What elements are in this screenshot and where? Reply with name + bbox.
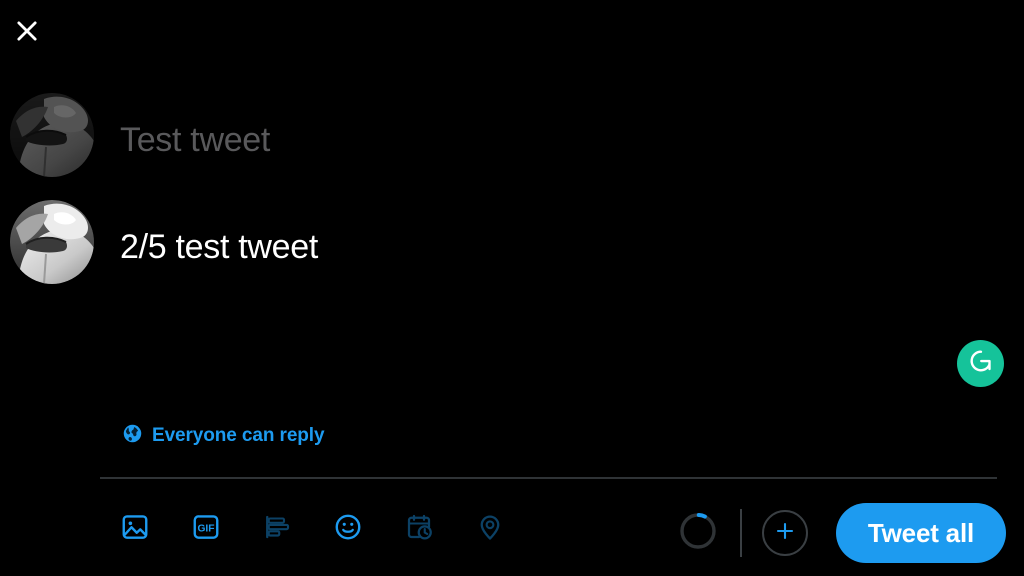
tweet-composer-modal: Test tweet 2/5 test tweet Everyone can r… — [0, 0, 1024, 576]
grammarly-button[interactable] — [957, 340, 1004, 387]
schedule-button[interactable] — [397, 507, 441, 551]
emoji-button[interactable] — [326, 507, 370, 551]
tweet-text-2[interactable]: 2/5 test tweet — [120, 227, 318, 268]
schedule-icon — [404, 512, 434, 547]
tweet-all-button[interactable]: Tweet all — [835, 503, 1006, 563]
toolbar-icon-group: GIF — [113, 507, 512, 551]
gif-button[interactable]: GIF — [184, 507, 228, 551]
avatar-image — [10, 93, 94, 177]
toolbar-vertical-divider — [739, 509, 742, 557]
emoji-icon — [333, 512, 363, 547]
avatar-image — [10, 200, 94, 284]
location-button[interactable] — [468, 507, 512, 551]
compose-row[interactable]: 2/5 test tweet — [10, 200, 318, 284]
close-button[interactable] — [6, 10, 48, 52]
compose-row[interactable]: Test tweet — [10, 93, 270, 177]
add-tweet-button[interactable] — [761, 510, 808, 556]
avatar — [10, 93, 94, 177]
composer-toolbar: GIF Tweet all — [0, 495, 1024, 576]
tweet-text-1[interactable]: Test tweet — [120, 120, 270, 161]
char-count-progress — [672, 507, 724, 559]
gif-icon: GIF — [191, 512, 221, 547]
globe-icon — [122, 423, 143, 449]
reply-settings-label: Everyone can reply — [152, 425, 325, 446]
progress-ring-icon — [678, 511, 718, 556]
plus-icon — [773, 519, 797, 548]
grammarly-icon — [966, 346, 996, 381]
location-icon — [475, 512, 505, 547]
reply-settings-button[interactable]: Everyone can reply — [122, 423, 325, 449]
poll-button[interactable] — [255, 507, 299, 551]
toolbar-right-cluster: Tweet all — [672, 503, 1006, 563]
toolbar-divider — [100, 477, 997, 479]
image-icon — [120, 512, 150, 547]
poll-icon — [262, 512, 292, 547]
close-icon — [13, 17, 41, 45]
svg-text:GIF: GIF — [197, 523, 214, 534]
media-button[interactable] — [113, 507, 157, 551]
avatar — [10, 200, 94, 284]
